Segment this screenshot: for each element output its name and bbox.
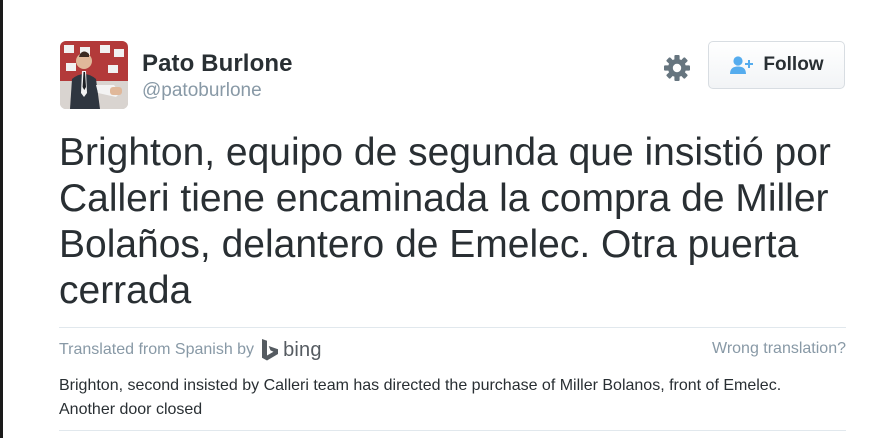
wrong-translation-link[interactable]: Wrong translation? [712,340,846,358]
bing-icon [262,339,279,361]
divider [59,430,846,431]
author-name[interactable]: Pato Burlone [142,50,293,78]
translated-text: Brighton, second insisted by Calleri tea… [59,377,782,418]
tweet-card: Pato Burlone @patoburlone Follow Brighto… [0,0,896,438]
follow-button[interactable]: Follow [708,41,845,89]
translation-attribution: Translated from Spanish by bing [59,338,322,362]
author-handle[interactable]: @patoburlone [142,80,262,102]
bing-wordmark: bing [283,338,322,361]
tweet-text: Brighton, equipo de segunda que insistió… [59,131,831,312]
avatar[interactable] [60,41,128,109]
gear-icon [664,55,690,81]
settings-button[interactable] [662,53,692,83]
avatar-photo [60,41,128,109]
follow-label: Follow [763,54,824,75]
divider [59,327,846,328]
bing-logo[interactable]: bing [260,338,322,362]
translation-source-label: Translated from Spanish by [59,341,255,358]
add-user-icon [730,56,754,74]
